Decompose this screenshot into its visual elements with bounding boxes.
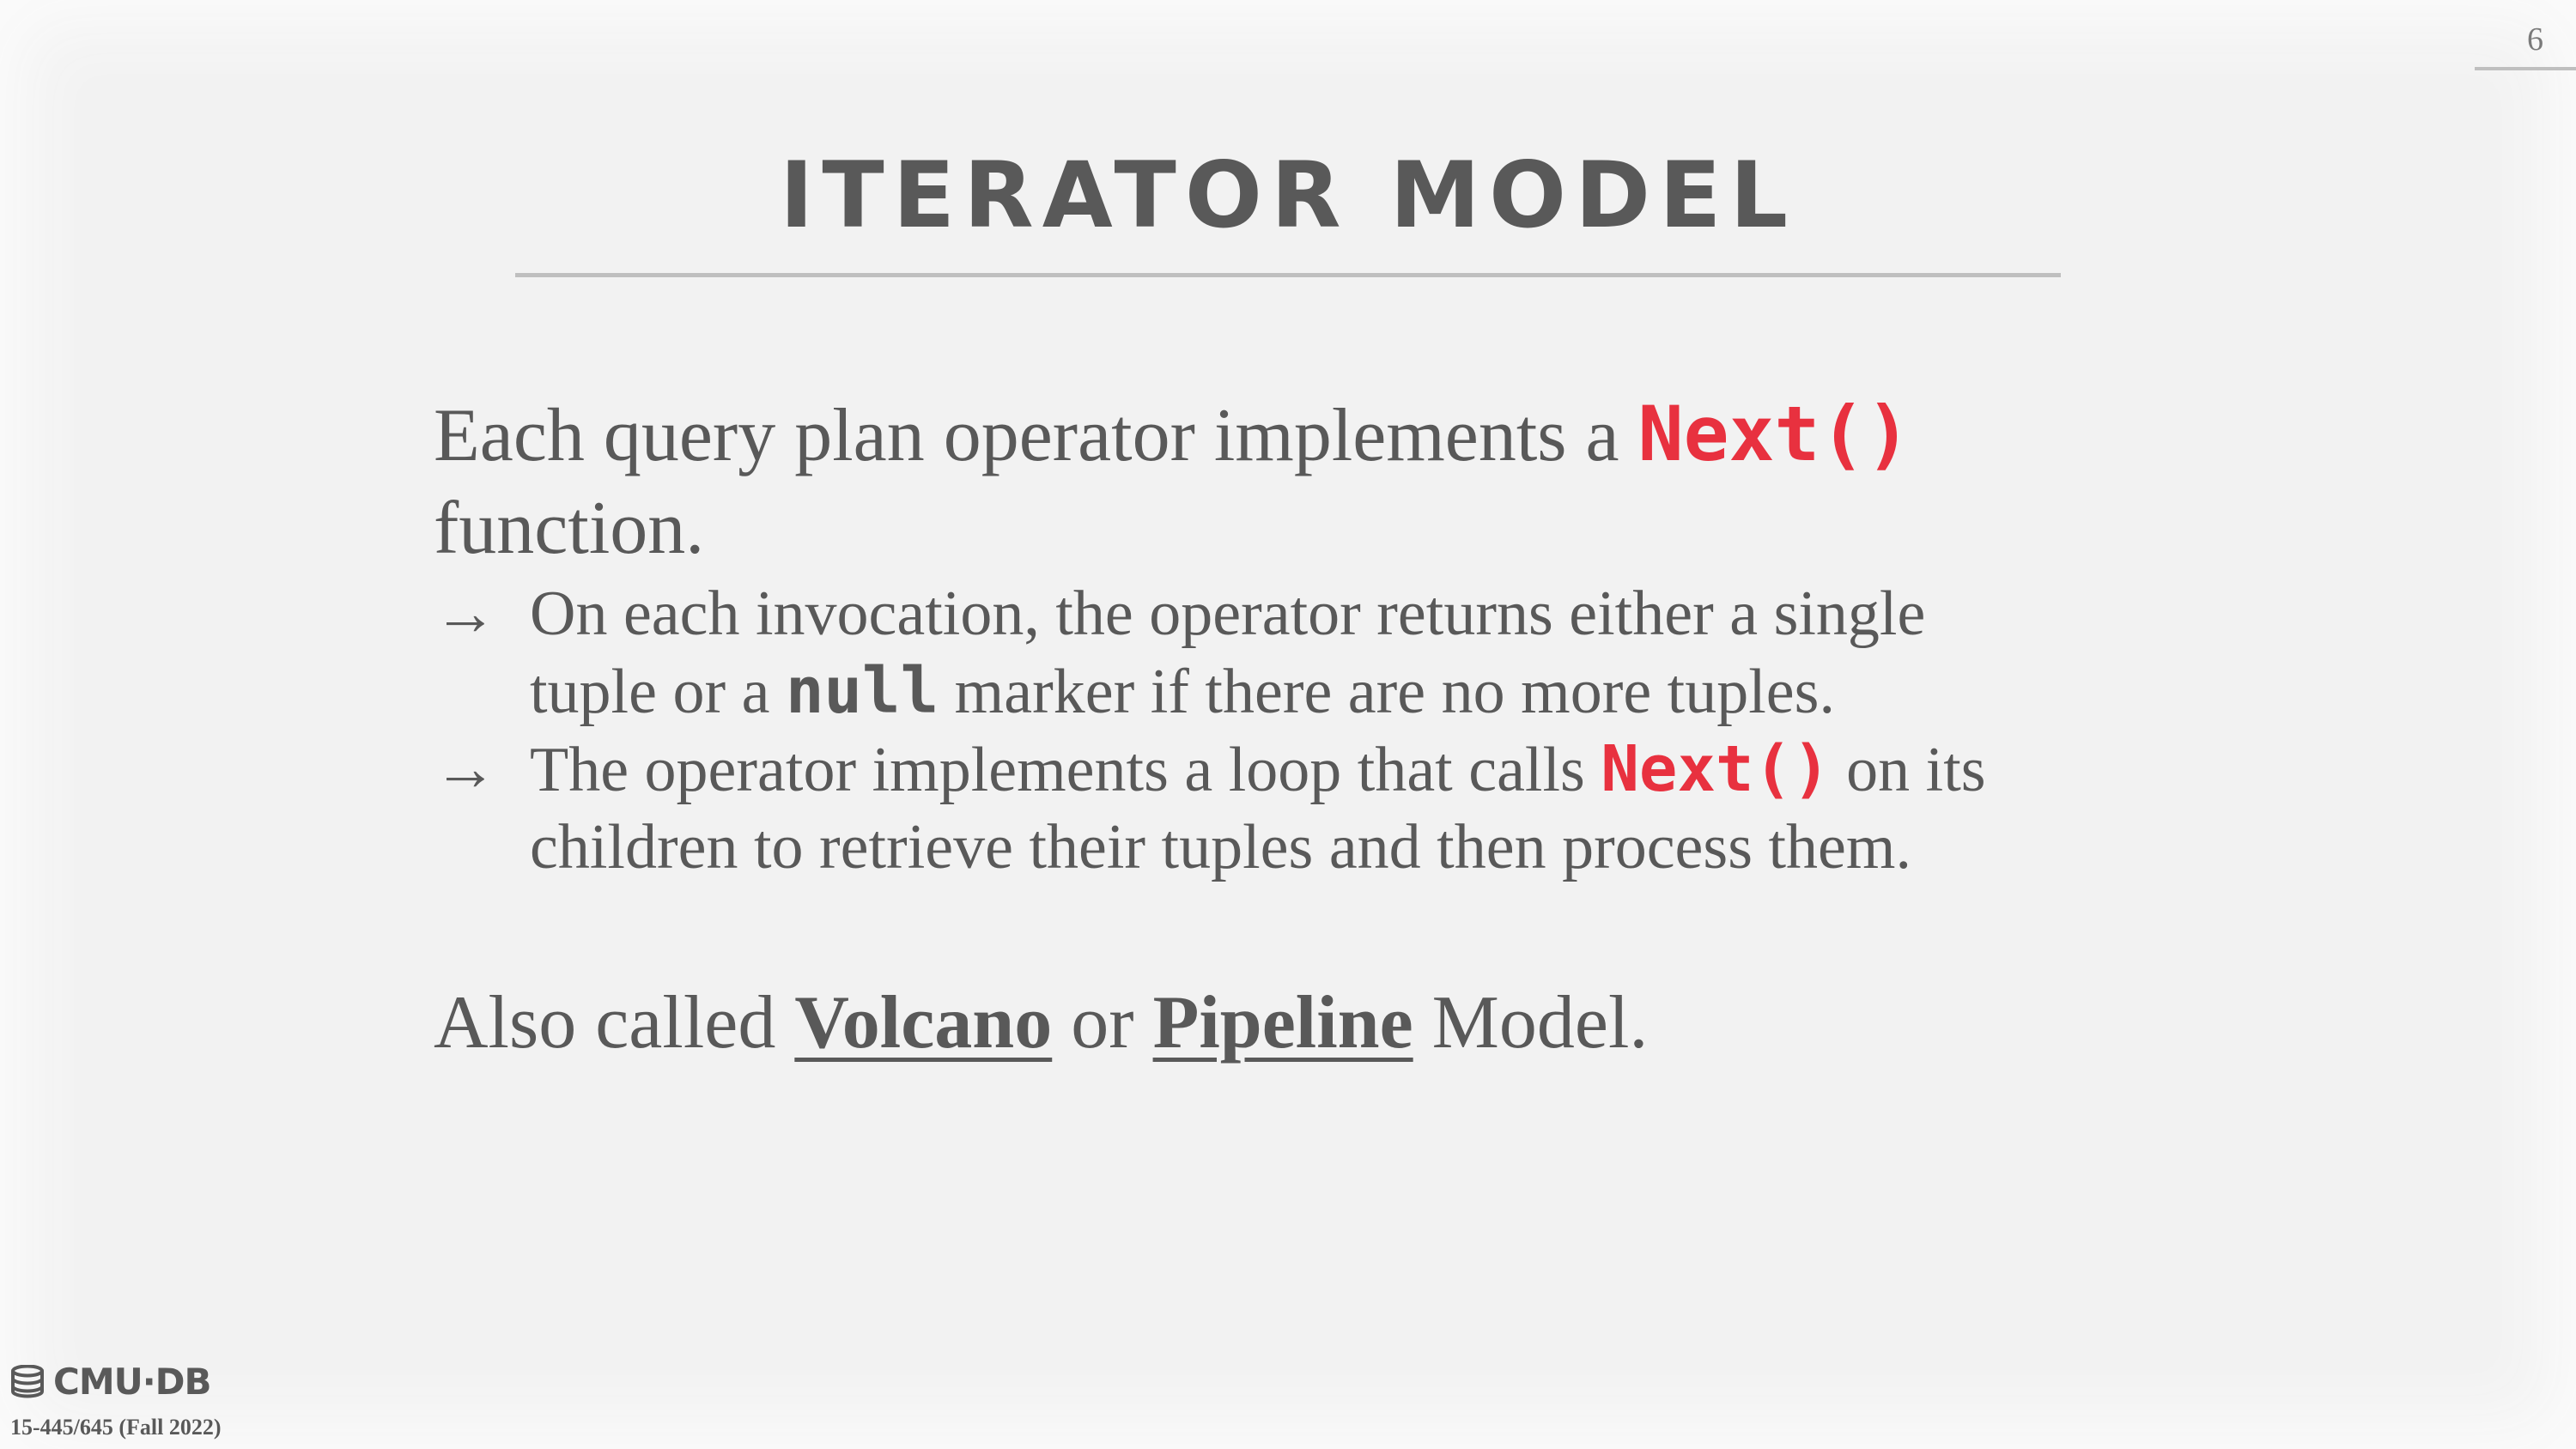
title-divider	[515, 273, 2061, 277]
null-code: null	[785, 654, 939, 728]
next-function-code: Next()	[1637, 390, 1911, 478]
database-stack-icon	[11, 1364, 44, 1398]
term-volcano: Volcano	[794, 981, 1053, 1064]
sub-bullet-text: marker if there are no more tuples.	[939, 657, 1835, 727]
cmu-db-logo: CMU·DB	[10, 1361, 212, 1403]
arrow-bullet-icon: →	[434, 579, 497, 649]
course-label: 15-445/645 (Fall 2022)	[10, 1415, 222, 1440]
sub-bullet-text: The operator implements a loop that call…	[530, 735, 1601, 805]
logo-text: CMU·DB	[53, 1361, 212, 1403]
main-point-also-called: Also called Volcano or Pipeline Model.	[434, 977, 2151, 1070]
sub-bullet-text: on its	[1830, 735, 1986, 805]
slide-title: ITERATOR MODEL	[779, 142, 1797, 248]
sub-bullet-invocation: → On each invocation, the operator retur…	[434, 575, 2151, 731]
term-pipeline: Pipeline	[1152, 981, 1413, 1064]
sub-bullet-text: tuple or a	[530, 657, 786, 727]
sub-bullet-line: On each invocation, the operator returns…	[530, 579, 1926, 649]
also-called-text: or	[1052, 981, 1153, 1064]
slide-number-rule	[2475, 67, 2576, 70]
also-called-text: Also called	[434, 981, 795, 1064]
slide: 6 ITERATOR MODEL Each query plan operato…	[0, 0, 2576, 1449]
arrow-bullet-icon: →	[434, 734, 497, 804]
next-function-code: Next()	[1601, 732, 1831, 806]
sub-bullet-loop: → The operator implements a loop that ca…	[434, 731, 2151, 886]
main-point-end: function.	[434, 487, 705, 570]
slide-body: Each query plan operator implements a Ne…	[434, 388, 2151, 1070]
sub-bullet-list: → On each invocation, the operator retur…	[434, 575, 2151, 886]
sub-bullet-line: children to retrieve their tuples and th…	[530, 812, 1911, 882]
slide-number: 6	[2527, 21, 2543, 58]
main-point-text: Each query plan operator implements a	[434, 394, 1638, 477]
main-point-next-function: Each query plan operator implements a Ne…	[434, 388, 2151, 575]
also-called-text: Model.	[1413, 981, 1649, 1064]
